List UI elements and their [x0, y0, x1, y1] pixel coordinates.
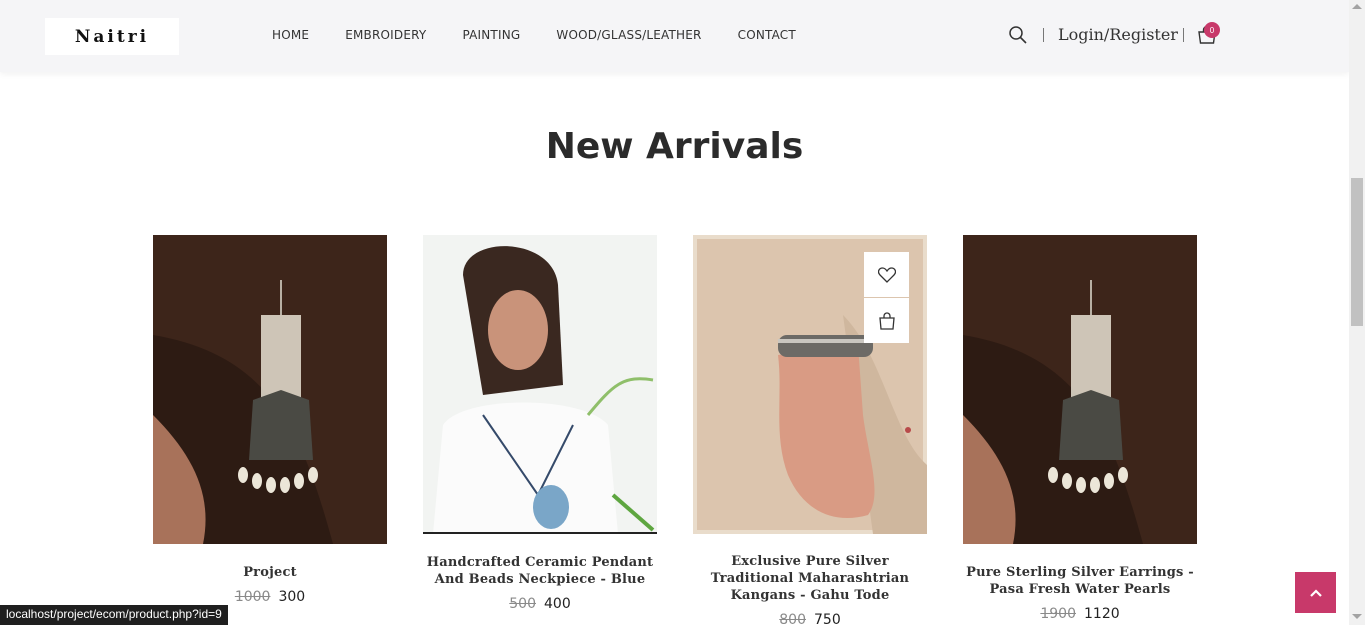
chevron-up-icon	[1309, 588, 1322, 597]
scroll-up-arrow-icon[interactable]	[1352, 4, 1362, 9]
sale-price: 300	[278, 589, 306, 605]
product-price: 1000 300	[153, 589, 387, 605]
shopping-bag-icon	[878, 311, 895, 330]
nav-wood-glass-leather[interactable]: WOOD/GLASS/LEATHER	[556, 28, 701, 42]
status-bar-url: localhost/project/ecom/product.php?id=9	[0, 605, 228, 625]
cart-count-badge: 0	[1204, 22, 1220, 38]
logo-text: Naitri	[74, 26, 150, 47]
nav-painting[interactable]: PAINTING	[462, 28, 520, 42]
product-name[interactable]: Project	[153, 564, 387, 581]
product-image[interactable]	[963, 235, 1197, 544]
nav-embroidery[interactable]: EMBROIDERY	[345, 28, 426, 42]
old-price: 500	[509, 596, 536, 612]
old-price: 1900	[1040, 606, 1076, 622]
site-logo[interactable]: Naitri	[45, 18, 179, 55]
product-name[interactable]: Pure Sterling Silver Earrings - Pasa Fre…	[963, 564, 1197, 598]
product-image[interactable]	[153, 235, 387, 544]
section-title: New Arrivals	[545, 126, 804, 167]
add-to-cart-button[interactable]	[864, 298, 909, 343]
back-to-top-button[interactable]	[1295, 572, 1336, 613]
product-price: 800 750	[693, 612, 927, 625]
product-name[interactable]: Exclusive Pure Silver Traditional Mahara…	[693, 553, 927, 604]
header-divider	[1183, 28, 1184, 42]
product-image[interactable]	[423, 235, 657, 534]
product-name[interactable]: Handcrafted Ceramic Pendant And Beads Ne…	[423, 554, 657, 588]
old-price: 800	[779, 612, 806, 625]
nav-contact[interactable]: CONTACT	[738, 28, 796, 42]
product-price: 1900 1120	[963, 606, 1197, 622]
scroll-down-arrow-icon[interactable]	[1352, 614, 1362, 619]
main-nav: HOME EMBROIDERY PAINTING WOOD/GLASS/LEAT…	[272, 28, 832, 42]
sale-price: 400	[544, 596, 571, 612]
old-price: 1000	[234, 589, 271, 605]
scrollbar-thumb[interactable]	[1351, 178, 1363, 326]
wishlist-button[interactable]	[864, 252, 909, 297]
header-divider	[1043, 28, 1044, 42]
sale-price: 750	[814, 612, 841, 625]
search-icon[interactable]	[1008, 25, 1028, 45]
login-register-link[interactable]: Login/Register	[1058, 25, 1178, 44]
sale-price: 1120	[1084, 606, 1120, 622]
heart-icon	[877, 266, 896, 283]
product-price: 500 400	[423, 596, 657, 612]
nav-home[interactable]: HOME	[272, 28, 309, 42]
site-header: Naitri HOME EMBROIDERY PAINTING WOOD/GLA…	[0, 0, 1349, 72]
